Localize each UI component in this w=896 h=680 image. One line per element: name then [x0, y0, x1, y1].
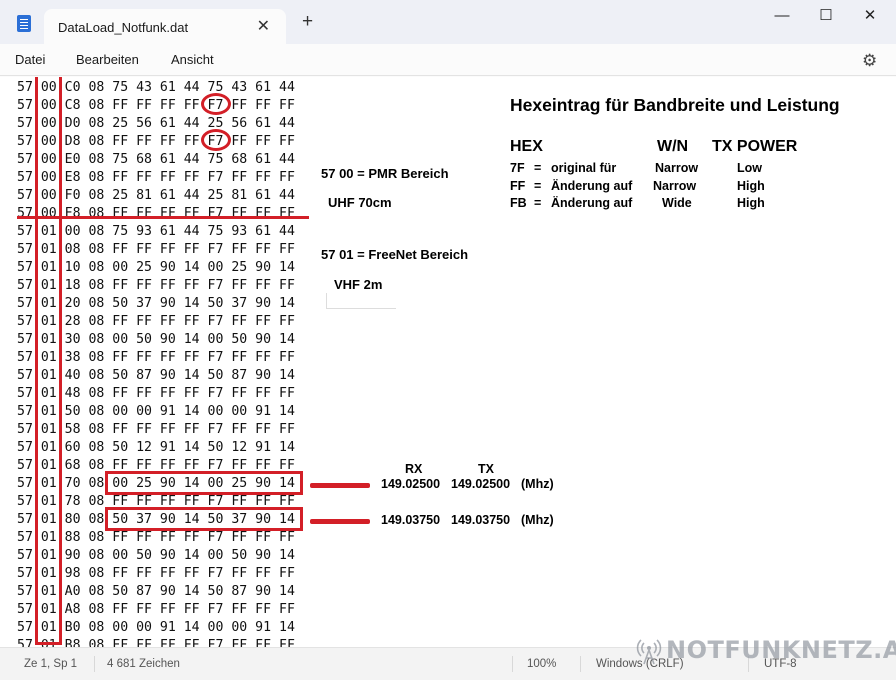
tab-close-icon[interactable]: ✕: [257, 16, 270, 36]
freq2-tx: 149.03750: [451, 513, 511, 527]
row-tx: High: [737, 196, 765, 210]
status-divider: [94, 656, 95, 672]
vhf-underline: [326, 293, 396, 309]
tx-header: TX: [478, 462, 494, 476]
white-patch: [618, 129, 638, 159]
row-desc: Änderung auf: [551, 196, 633, 210]
freq1-unit: (Mhz): [521, 477, 554, 491]
freenet-label: 57 01 = FreeNet Bereich: [321, 247, 469, 262]
f7-circle-2: [201, 129, 231, 151]
row-tx: Low: [737, 161, 762, 175]
white-patch: [697, 129, 711, 159]
row-desc: Änderung auf: [551, 179, 633, 193]
watermark-text: NOTFUNKNETZ.AT: [666, 636, 896, 664]
settings-gear-icon[interactable]: ⚙: [862, 51, 877, 71]
arrow-line-2: [310, 519, 370, 524]
menu-file[interactable]: Datei: [15, 52, 45, 67]
f7-circle-1: [201, 93, 231, 115]
row-hex: FB: [510, 196, 527, 210]
row-tx: High: [737, 179, 765, 193]
row-desc: original für: [551, 161, 617, 175]
close-window-button[interactable]: ✕: [850, 4, 890, 28]
tab-dataload-notfunk[interactable]: DataLoad_Notfunk.dat ✕: [44, 9, 286, 44]
vhf-label: VHF 2m: [334, 277, 383, 292]
maximize-button[interactable]: ☐: [806, 4, 846, 28]
freq2-unit: (Mhz): [521, 513, 554, 527]
notepad-app-icon: [17, 15, 31, 32]
row-hex: 7F: [510, 161, 525, 175]
antenna-icon: [636, 639, 662, 665]
zoom-level[interactable]: 100%: [527, 658, 556, 670]
minimize-button[interactable]: —: [762, 4, 802, 28]
row-wn: Narrow: [655, 161, 699, 175]
freq1-rx: 149.02500: [381, 477, 441, 491]
uhf-label: UHF 70cm: [328, 195, 392, 210]
row-hex: FF: [510, 179, 526, 193]
row-eq: =: [534, 196, 542, 210]
annotation-col-tx: TX POWER: [712, 138, 798, 155]
rx-header: RX: [405, 462, 423, 476]
tab-title: DataLoad_Notfunk.dat: [58, 20, 189, 35]
text-editor[interactable]: 57 00 C0 08 75 43 61 44 75 43 61 44 57 00…: [0, 77, 896, 647]
column-highlight-box: [35, 77, 62, 645]
freq-row-box-2: [105, 507, 303, 531]
row-wn: Narrow: [653, 179, 697, 193]
menu-view[interactable]: Ansicht: [171, 52, 214, 67]
new-tab-button[interactable]: +: [302, 12, 313, 31]
char-count: 4 681 Zeichen: [107, 658, 180, 670]
title-bar: DataLoad_Notfunk.dat ✕ + — ☐ ✕: [0, 0, 896, 44]
section-separator-line: [17, 216, 309, 219]
menu-bar: Datei Bearbeiten Ansicht ⚙: [0, 44, 896, 76]
arrow-line-1: [310, 483, 370, 488]
white-patch: [376, 491, 578, 511]
row-eq: =: [534, 161, 542, 175]
row-wn: Wide: [662, 196, 692, 210]
freq1-tx: 149.02500: [451, 477, 511, 491]
cursor-position: Ze 1, Sp 1: [24, 658, 78, 670]
annotation-col-wn: W/N: [657, 138, 689, 155]
annotation-col-hex: HEX: [510, 138, 543, 155]
menu-edit[interactable]: Bearbeiten: [76, 52, 139, 67]
freq2-rx: 149.03750: [381, 513, 441, 527]
status-divider: [512, 656, 513, 672]
pmr-label: 57 00 = PMR Bereich: [321, 166, 449, 181]
freq-row-box-1: [105, 471, 303, 495]
annotation-heading: Hexeintrag für Bandbreite und Leistung: [510, 95, 840, 115]
row-eq: =: [534, 179, 542, 193]
status-divider: [580, 656, 581, 672]
